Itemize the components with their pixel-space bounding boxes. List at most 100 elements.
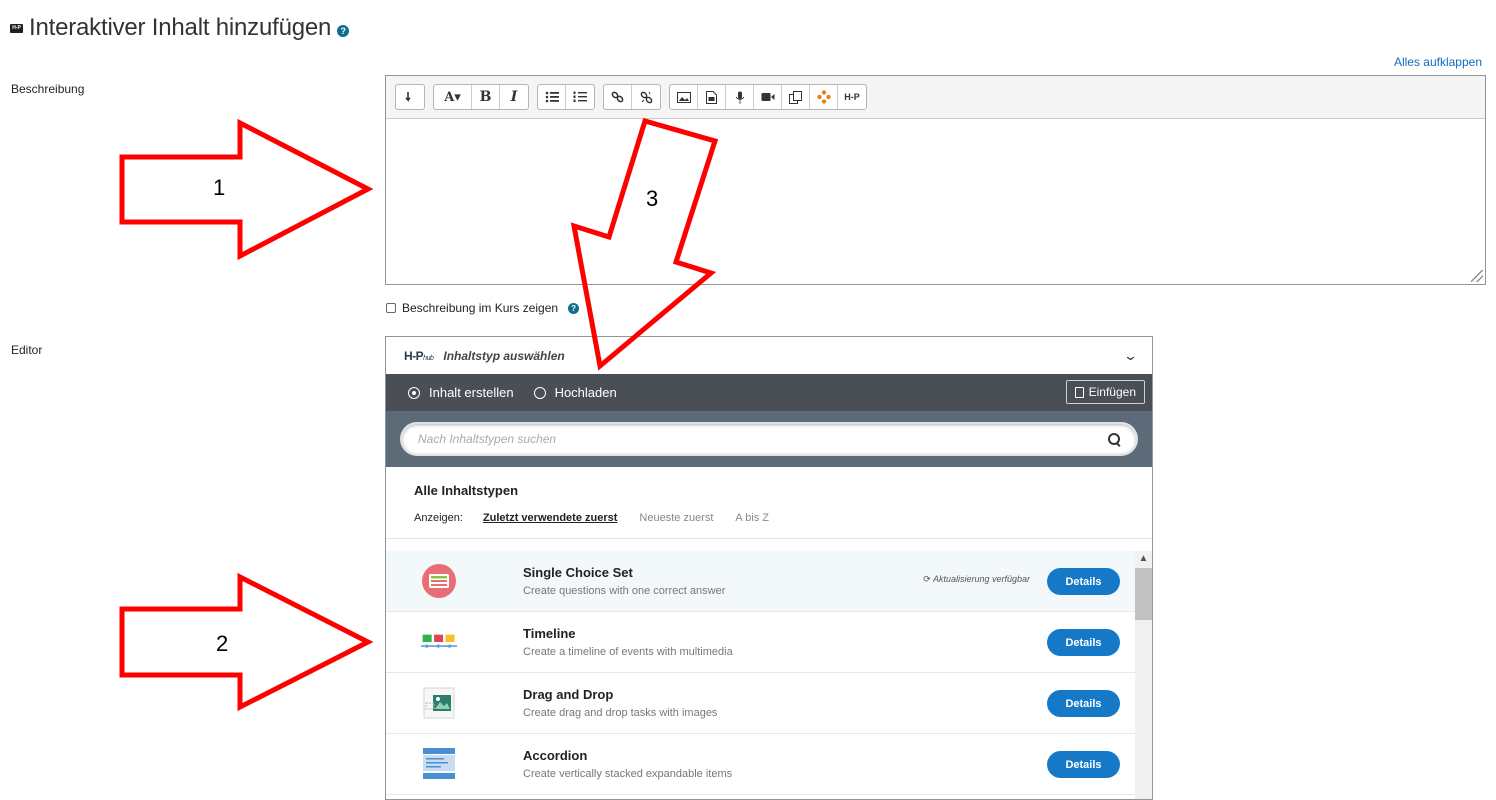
annotation-arrow-1 xyxy=(119,118,374,261)
search-input[interactable]: Nach Inhaltstypen suchen xyxy=(400,422,1138,456)
chevron-down-icon[interactable]: ⌄ xyxy=(1123,348,1138,364)
ordered-list-button[interactable] xyxy=(566,85,594,109)
help-icon[interactable]: ? xyxy=(337,25,350,37)
font-family-button[interactable]: A▾ xyxy=(434,85,472,109)
tab-label: Inhalt erstellen xyxy=(429,385,514,400)
item-title: Single Choice Set xyxy=(523,565,633,580)
radio-icon[interactable] xyxy=(533,386,546,399)
toolbar-group-collapse xyxy=(395,84,425,110)
hub-header[interactable]: H-Phub Inhaltstyp auswählen ⌄ xyxy=(386,337,1152,374)
italic-button[interactable]: I xyxy=(500,85,528,109)
bold-button[interactable]: B xyxy=(472,85,500,109)
resize-handle[interactable] xyxy=(1471,270,1483,282)
hub-logo-text: H-P xyxy=(404,348,424,363)
hub-tabs: Inhalt erstellen Hochladen Einfügen xyxy=(386,374,1152,411)
unordered-list-button[interactable] xyxy=(538,85,566,109)
accordion-icon xyxy=(421,746,457,782)
item-title: Drag and Drop xyxy=(523,687,614,702)
tab-create-content[interactable]: Inhalt erstellen xyxy=(408,385,514,400)
link-button[interactable] xyxy=(604,85,632,109)
details-button[interactable]: Details xyxy=(1047,690,1120,717)
help-icon[interactable]: ? xyxy=(568,302,580,314)
tab-upload[interactable]: Hochladen xyxy=(533,385,617,400)
hub-title: Inhaltstyp auswählen xyxy=(443,348,565,363)
h5p-dots-button[interactable] xyxy=(810,85,838,109)
list-item[interactable]: Drag and Drop Create drag and drop tasks… xyxy=(386,673,1136,734)
item-title: Accordion xyxy=(523,748,588,763)
toolbar-toggle-button[interactable] xyxy=(396,85,424,109)
all-content-types-heading: Alle Inhaltstypen xyxy=(414,483,519,498)
radio-selected-icon[interactable] xyxy=(408,386,420,399)
paste-label: Einfügen xyxy=(1088,385,1136,399)
list-item[interactable]: Timeline Create a timeline of events wit… xyxy=(386,612,1136,673)
description-editor[interactable]: A▾ B I H-P xyxy=(385,75,1486,285)
item-title: Timeline xyxy=(523,626,576,641)
page-heading: H-P Interaktiver Inhalt hinzufügen ? xyxy=(10,14,350,42)
expand-all-link[interactable]: Alles aufklappen xyxy=(1394,55,1482,69)
paste-button[interactable]: Einfügen xyxy=(1065,380,1145,404)
drag-and-drop-icon xyxy=(421,685,457,721)
toolbar-group-media: H-P xyxy=(669,84,867,110)
unlink-icon xyxy=(640,91,652,103)
annotation-arrow-2 xyxy=(119,572,374,712)
video-camera-icon xyxy=(761,93,774,101)
h5p-icon: H-P xyxy=(10,23,23,33)
link-icon xyxy=(611,91,624,103)
image-button[interactable] xyxy=(670,85,698,109)
annotation-label-1: 1 xyxy=(213,175,225,200)
toolbar-group-format: A▾ B I xyxy=(433,84,529,110)
tab-label: Hochladen xyxy=(554,385,617,400)
show-description-label: Beschreibung im Kurs zeigen xyxy=(402,301,559,315)
h5p-hub: H-Phub Inhaltstyp auswählen ⌄ Inhalt ers… xyxy=(385,336,1153,800)
toolbar-group-links xyxy=(603,84,661,110)
sort-options: Anzeigen: Zuletzt verwendete zuerst Neue… xyxy=(414,512,1152,524)
show-description-checkbox[interactable] xyxy=(386,303,396,313)
editor-label: Editor xyxy=(11,343,43,357)
sort-recently-used[interactable]: Zuletzt verwendete zuerst xyxy=(483,512,617,524)
manage-files-button[interactable] xyxy=(782,85,810,109)
item-description: Create vertically stacked expandable ite… xyxy=(523,768,733,780)
clipboard-icon xyxy=(1074,386,1084,398)
search-icon[interactable] xyxy=(1108,433,1120,445)
item-description: Create drag and drop tasks with images xyxy=(523,707,718,719)
timeline-icon xyxy=(421,624,457,660)
toolbar-group-lists xyxy=(537,84,595,110)
details-button[interactable]: Details xyxy=(1047,568,1120,595)
unlink-button[interactable] xyxy=(632,85,660,109)
filter-area: Alle Inhaltstypen Anzeigen: Zuletzt verw… xyxy=(386,467,1152,539)
details-button[interactable]: Details xyxy=(1047,751,1120,778)
details-button[interactable]: Details xyxy=(1047,629,1120,656)
list-scrollbar[interactable]: ▲ xyxy=(1135,551,1152,799)
item-description: Create questions with one correct answer xyxy=(523,585,726,597)
sort-newest[interactable]: Neueste zuerst xyxy=(639,512,713,524)
list-item[interactable]: Single Choice Set Create questions with … xyxy=(386,551,1136,612)
record-video-button[interactable] xyxy=(754,85,782,109)
hub-logo-sub: hub xyxy=(423,354,434,362)
page-title: Interaktiver Inhalt hinzufügen xyxy=(29,14,332,41)
search-placeholder: Nach Inhaltstypen suchen xyxy=(418,432,557,446)
update-available-note: ⟳ Aktualisierung verfügbar xyxy=(923,574,1030,584)
media-file-button[interactable] xyxy=(698,85,726,109)
annotation-label-2: 2 xyxy=(216,631,228,656)
copy-files-icon xyxy=(789,90,802,104)
image-icon xyxy=(676,91,691,103)
sort-a-to-z[interactable]: A bis Z xyxy=(735,512,769,524)
record-audio-button[interactable] xyxy=(726,85,754,109)
bullet-list-icon xyxy=(545,91,559,103)
collapse-arrow-icon xyxy=(405,92,411,102)
item-description: Create a timeline of events with multime… xyxy=(523,646,733,658)
search-area: Nach Inhaltstypen suchen xyxy=(386,411,1152,467)
hub-logo: H-Phub xyxy=(404,348,434,363)
content-type-list: Single Choice Set Create questions with … xyxy=(386,551,1152,799)
scroll-up-icon[interactable]: ▲ xyxy=(1135,551,1152,567)
sort-label: Anzeigen: xyxy=(414,512,463,524)
editor-toolbar: A▾ B I H-P xyxy=(386,76,1485,119)
single-choice-icon xyxy=(421,563,457,599)
file-media-icon xyxy=(706,90,717,104)
h5p-insert-button[interactable]: H-P xyxy=(838,85,866,109)
list-item[interactable]: Accordion Create vertically stacked expa… xyxy=(386,734,1136,795)
description-label: Beschreibung xyxy=(11,82,85,96)
show-description-row: Beschreibung im Kurs zeigen ? xyxy=(386,301,580,315)
update-text: Aktualisierung verfügbar xyxy=(932,574,1030,584)
scroll-thumb[interactable] xyxy=(1135,568,1152,620)
